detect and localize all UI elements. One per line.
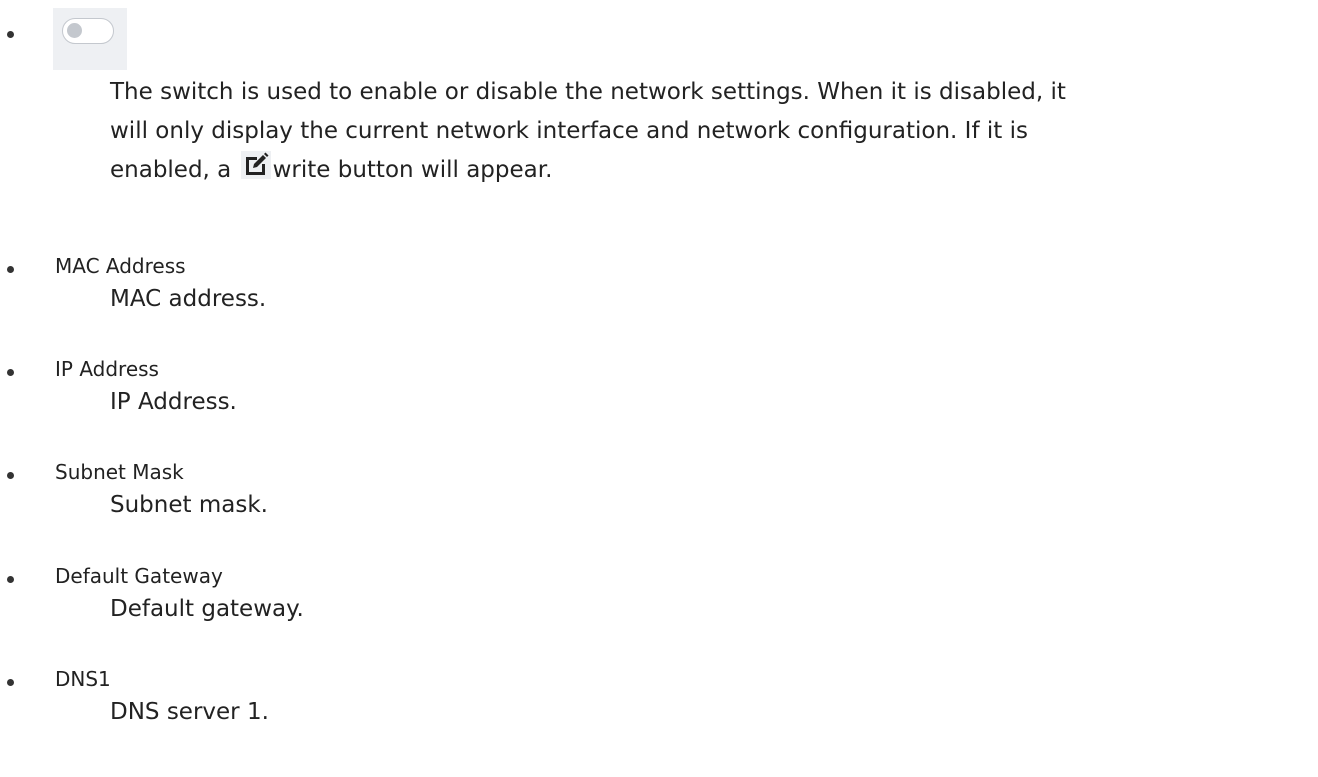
- desc-subnet-mask: Subnet mask.: [110, 492, 268, 518]
- toggle-track: [62, 18, 114, 44]
- desc-dns1: DNS server 1.: [110, 699, 269, 725]
- switch-description-line-3-end: write button will appear.: [272, 157, 553, 183]
- bullet: [7, 472, 14, 479]
- switch-description-line-1: The switch is used to enable or disable …: [110, 79, 1066, 105]
- term-subnet-mask: Subnet Mask: [55, 460, 184, 484]
- desc-mac-address: MAC address.: [110, 286, 267, 312]
- term-dns1: DNS1: [55, 667, 111, 691]
- bullet: [7, 266, 14, 273]
- bullet: [7, 679, 14, 686]
- bullet: [7, 576, 14, 583]
- network-settings-doc: The switch is used to enable or disable …: [0, 0, 1318, 777]
- term-mac-address: MAC Address: [55, 254, 186, 278]
- edit-icon: [240, 151, 271, 179]
- switch-description: The switch is used to enable or disable …: [110, 73, 1305, 190]
- network-settings-toggle[interactable]: [53, 8, 127, 70]
- switch-description-line-3: enabled, a write button will appear.: [110, 151, 1305, 190]
- switch-description-line-2: will only display the current network in…: [110, 118, 1028, 144]
- switch-description-line-3-start: enabled, a: [110, 157, 232, 183]
- desc-ip-address: IP Address.: [110, 389, 237, 415]
- bullet: [7, 31, 14, 38]
- term-default-gateway: Default Gateway: [55, 564, 223, 588]
- term-ip-address: IP Address: [55, 357, 159, 381]
- toggle-knob: [67, 23, 82, 38]
- desc-default-gateway: Default gateway.: [110, 596, 304, 622]
- bullet: [7, 369, 14, 376]
